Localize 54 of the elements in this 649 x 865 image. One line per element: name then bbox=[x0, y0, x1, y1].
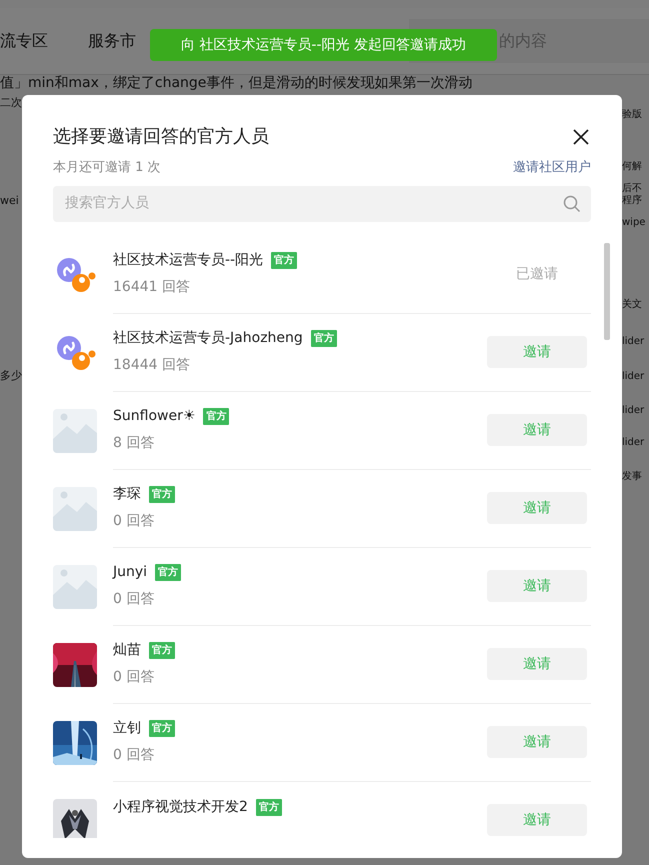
text-fragment: 程序 bbox=[622, 194, 643, 208]
official-badge: 官方 bbox=[256, 799, 282, 816]
answer-count: 8 回答 bbox=[113, 434, 156, 453]
text-fragment: 多少 bbox=[0, 368, 22, 384]
text-fragment: 发事 bbox=[622, 470, 643, 484]
official-badge: 官方 bbox=[310, 330, 337, 347]
invite-button[interactable]: 邀请 bbox=[487, 804, 587, 836]
search-field[interactable]: 搜索官方人员 bbox=[63, 192, 563, 215]
official-badge: 官方 bbox=[149, 486, 175, 503]
official-badge: 官方 bbox=[149, 642, 175, 659]
text-fragment: wipe bbox=[622, 216, 646, 230]
answer-count: 0 回答 bbox=[113, 590, 156, 609]
answer-count: 16441 回答 bbox=[113, 278, 191, 297]
text-fragment: 二次 bbox=[0, 95, 22, 111]
person-name: 李琛 bbox=[113, 485, 141, 504]
official-badge: 官方 bbox=[155, 564, 182, 581]
person-name: 社区技术运营专员--阳光 bbox=[113, 251, 264, 270]
text-fragment: lider bbox=[622, 404, 646, 418]
text-fragment: 关文 bbox=[622, 298, 643, 312]
text-fragment: 后不 bbox=[622, 182, 643, 194]
official-badge: 官方 bbox=[271, 252, 298, 269]
invite-button[interactable]: 邀请 bbox=[487, 726, 587, 758]
person-name: Sunflower☀ bbox=[113, 407, 196, 426]
nav-item[interactable]: 服务市 bbox=[88, 29, 136, 53]
search-box[interactable]: 搜索官方人员 bbox=[53, 186, 591, 222]
dialog-title: 选择要邀请回答的官方人员 bbox=[53, 125, 269, 149]
success-toast: 向 社区技术运营专员--阳光 发起回答邀请成功 bbox=[150, 29, 497, 61]
person-name: 小程序视觉技术开发2 bbox=[113, 798, 248, 817]
invite-community-link[interactable]: 邀请社区用户 bbox=[513, 158, 591, 178]
invite-button[interactable]: 邀请 bbox=[487, 570, 587, 602]
invite-button[interactable]: 邀请 bbox=[487, 414, 587, 446]
text-fragment: 验版 bbox=[622, 108, 643, 122]
answer-count: 0 回答 bbox=[113, 512, 156, 531]
person-name: 社区技术运营专员-Jahozheng bbox=[113, 329, 303, 348]
invite-button[interactable]: 邀请 bbox=[487, 336, 587, 368]
answer-count: 18444 回答 bbox=[113, 356, 191, 375]
person-name: 灿苗 bbox=[113, 641, 141, 660]
text-fragment: lider bbox=[622, 335, 646, 349]
answer-count: 0 回答 bbox=[113, 746, 156, 765]
person-name: Junyi bbox=[113, 563, 148, 582]
text-fragment: lider bbox=[622, 370, 646, 384]
nav-item[interactable]: 流专区 bbox=[0, 29, 48, 53]
answer-count: 0 回答 bbox=[113, 668, 156, 687]
invite-button[interactable]: 邀请 bbox=[487, 648, 587, 680]
text-fragment: wei bbox=[0, 192, 20, 208]
official-badge: 官方 bbox=[203, 408, 230, 425]
invite-button[interactable]: 邀请 bbox=[487, 492, 587, 524]
text-fragment: 何解 bbox=[622, 160, 643, 174]
person-name: 立钊 bbox=[113, 719, 141, 738]
invited-label: 已邀请 bbox=[487, 258, 587, 290]
official-badge: 官方 bbox=[149, 720, 175, 737]
quota-text: 本月还可邀请 1 次 bbox=[53, 159, 161, 177]
question-text: 值」min和max，绑定了change事件，但是滑动的时候发现如果第一次滑动 bbox=[0, 74, 474, 93]
text-fragment: lider bbox=[622, 436, 646, 450]
